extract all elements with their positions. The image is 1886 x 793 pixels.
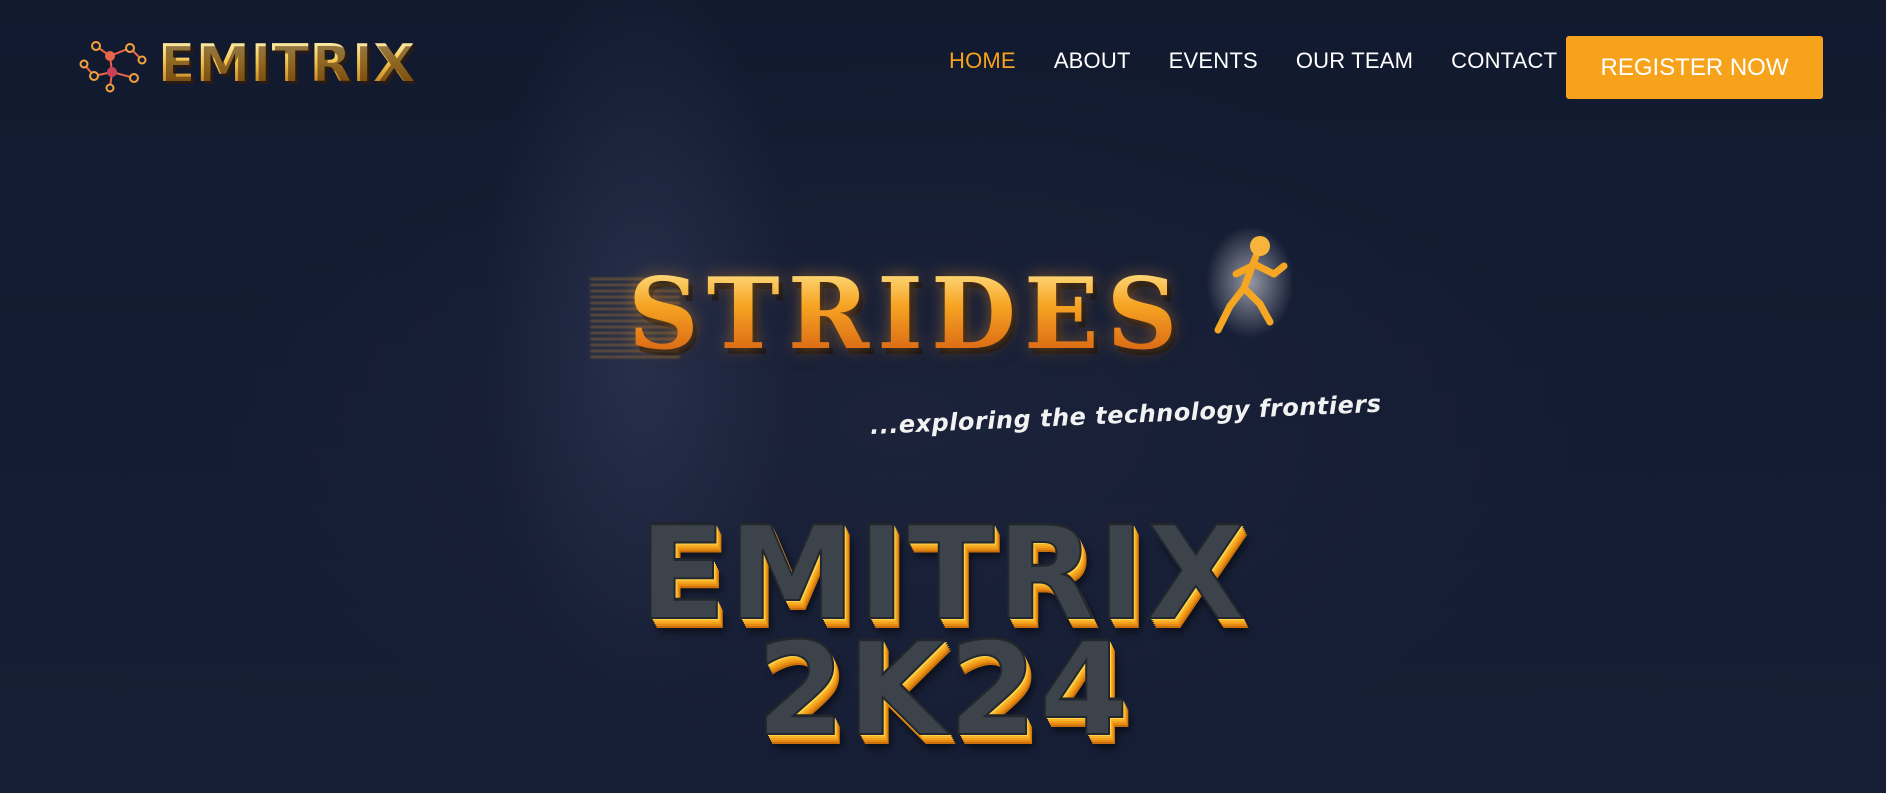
strides-title: STRIDES <box>628 257 1186 372</box>
nav-about[interactable]: ABOUT <box>1054 48 1131 74</box>
strides-tagline: ...exploring the technology frontiers <box>869 389 1382 440</box>
event-title: EMITRIX 2K24 <box>0 510 1886 766</box>
brand[interactable]: EMITRIX <box>76 34 416 94</box>
register-now-button[interactable]: REGISTER NOW <box>1566 36 1823 99</box>
strides-logo: STRIDES ...exploring the technology fron… <box>590 226 1382 440</box>
nav-events[interactable]: EVENTS <box>1169 48 1258 74</box>
nav-our-team[interactable]: OUR TEAM <box>1296 48 1413 74</box>
nav-contact[interactable]: CONTACT <box>1451 48 1557 74</box>
nav-home[interactable]: HOME <box>949 48 1016 74</box>
main-nav: HOME ABOUT EVENTS OUR TEAM CONTACT <box>949 48 1557 74</box>
brand-name: EMITRIX <box>158 33 416 94</box>
event-title-line2: 2K24 <box>755 616 1131 766</box>
running-mannequin-icon <box>1206 226 1292 338</box>
network-nodes-icon <box>79 41 147 93</box>
site-header: EMITRIX HOME ABOUT EVENTS OUR TEAM CONTA… <box>0 0 1886 136</box>
